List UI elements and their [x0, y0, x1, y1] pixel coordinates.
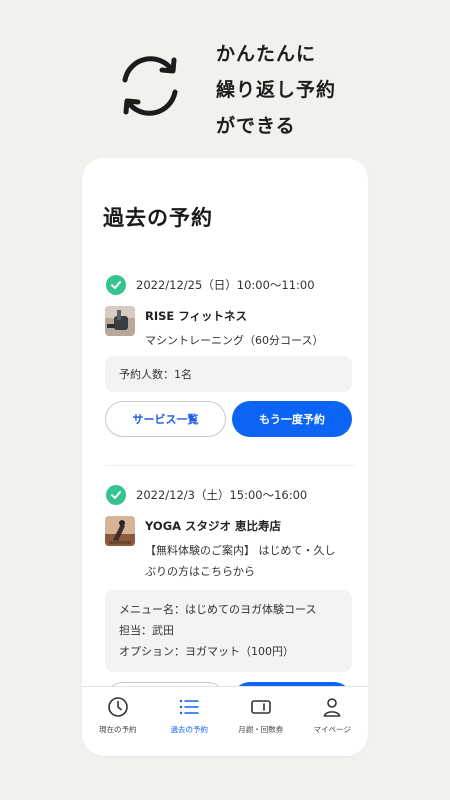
service-line: マシントレーニング（60分コース） — [145, 334, 324, 347]
booking-date-row: 2022/12/3（土）15:00〜16:00 — [106, 484, 307, 506]
detail-line: 担当：武田 — [119, 624, 174, 637]
ticket-icon — [249, 695, 273, 719]
list-icon — [177, 695, 201, 719]
tab-current-bookings[interactable]: 現在の予約 — [82, 695, 154, 756]
detail-line: 予約人数：1名 — [119, 368, 192, 381]
check-circle-icon — [106, 485, 126, 505]
check-circle-icon — [106, 275, 126, 295]
service-line: 【無料体験のご案内】 はじめて・久し — [145, 544, 336, 557]
tab-tickets[interactable]: 月謝・回数券 — [225, 695, 297, 756]
promo-banner: かんたんに 繰り返し予約 ができる — [0, 30, 450, 137]
clock-icon — [106, 695, 130, 719]
page-title: 過去の予約 — [103, 206, 213, 230]
shop-thumbnail — [105, 516, 135, 546]
service-description: マシントレーニング（60分コース） — [145, 330, 355, 351]
tab-past-bookings[interactable]: 過去の予約 — [154, 695, 226, 756]
detail-line: オプション：ヨガマット（100円） — [119, 645, 294, 658]
tab-mypage[interactable]: マイページ — [297, 695, 369, 756]
detail-line: メニュー名：はじめてのヨガ体験コース — [119, 603, 317, 616]
service-description: 【無料体験のご案内】 はじめて・久し ぶりの方はこちらから — [145, 540, 355, 582]
bottom-tab-bar: 現在の予約 過去の予約 月謝・回数券 マイページ — [82, 686, 368, 756]
booking-details: 予約人数：1名 — [105, 356, 352, 392]
booking-details: メニュー名：はじめてのヨガ体験コース 担当：武田 オプション：ヨガマット（100… — [105, 590, 352, 672]
person-icon — [320, 695, 344, 719]
booking-date-row: 2022/12/25（日）10:00〜11:00 — [106, 274, 315, 296]
tab-label: 現在の予約 — [99, 725, 137, 734]
rebook-button[interactable]: もう一度予約 — [232, 401, 352, 437]
tab-label: 月謝・回数券 — [238, 725, 284, 734]
tab-label: マイページ — [313, 725, 351, 734]
promo-line: 繰り返し予約 — [216, 79, 337, 101]
promo-line: かんたんに — [216, 43, 317, 65]
shop-name: RISE フィットネス — [145, 309, 248, 323]
promo-line: ができる — [216, 115, 296, 137]
service-line: ぶりの方はこちらから — [145, 565, 255, 578]
service-list-button[interactable]: サービス一覧 — [105, 401, 226, 437]
shop-thumbnail — [105, 306, 135, 336]
tab-label: 過去の予約 — [170, 725, 209, 734]
shop-name: YOGA スタジオ 恵比寿店 — [145, 519, 282, 533]
phone-screen: 過去の予約 2022/12/25（日）10:00〜11:00 RISE フィット… — [82, 158, 368, 756]
booking-date: 2022/12/3（土）15:00〜16:00 — [136, 488, 308, 502]
promo-headline: かんたんに 繰り返し予約 ができる — [216, 36, 336, 144]
booking-date: 2022/12/25（日）10:00〜11:00 — [136, 278, 315, 292]
refresh-icon — [122, 56, 178, 116]
divider — [105, 465, 355, 466]
